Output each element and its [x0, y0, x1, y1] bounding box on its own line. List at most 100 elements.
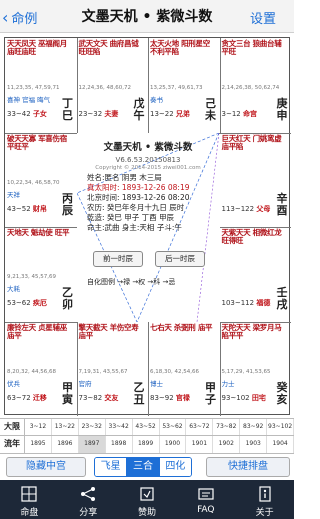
- palace-cell[interactable]: 天紫天天 相微红龙 旺得旺 103~112 福德 壬戌: [219, 227, 291, 323]
- palace-name: 财帛: [32, 204, 47, 213]
- year-cell[interactable]: 1899: [133, 436, 160, 453]
- palace-range: 73~82: [78, 393, 103, 402]
- seg-feixing[interactable]: 飞星: [95, 458, 128, 476]
- stem-branch: 甲寅: [62, 380, 73, 406]
- page-title: 文墨天机 • 紫微斗数: [81, 9, 213, 25]
- decade-cell[interactable]: 43~52: [133, 419, 160, 436]
- stem-branch: 乙卯: [62, 286, 73, 311]
- prev-hour-button[interactable]: 前一时辰: [93, 251, 143, 267]
- year-cell[interactable]: 1896: [52, 436, 79, 453]
- palace-label: 63~72 迁移: [7, 394, 47, 402]
- stem-branch: 丁巳: [62, 97, 73, 122]
- spirit-stars: 喜神 官福 晦气: [7, 96, 51, 104]
- info-line: 北京时间: 1893-12-26 08:20: [87, 193, 190, 202]
- spirit-stars: 官府: [78, 379, 92, 388]
- year-cell[interactable]: 1897: [78, 436, 106, 453]
- palace-cell[interactable]: 天天凤天 巫福阁月 庙旺庙旺 11,23,35, 47,59,71 喜神 官福 …: [5, 38, 78, 134]
- year-cell[interactable]: 1902: [213, 436, 241, 453]
- decade-cell[interactable]: 63~72: [186, 419, 214, 436]
- main-stars: 七右天 杀弼刑 庙平: [150, 322, 213, 332]
- palace-cell[interactable]: 天地天 魁劫使 旺平 9,21,33, 45,57,69 大耗 53~62 疾厄…: [5, 227, 78, 323]
- age-list: 13,25,37, 49,61,73: [150, 85, 203, 91]
- palace-cell[interactable]: 武天文天 曲府昌钺 旺旺陷 12,24,36, 48,60,72 23~32 夫…: [76, 38, 149, 134]
- tab-label: 分享: [79, 508, 98, 518]
- palace-cell[interactable]: 天陀天天 梁罗月马 陷平平 5,17,29, 41,53,65 力士 93~10…: [220, 322, 292, 417]
- main-stars: 破天天寡 军喜伤宿 平旺平: [7, 133, 67, 151]
- seg-sihua[interactable]: 四化: [159, 458, 191, 476]
- palace-label: 113~122 父母: [222, 205, 271, 213]
- year-cell[interactable]: 1900: [160, 436, 187, 453]
- palace-cell[interactable]: 贪文三台 狼曲台辅 平旺 2,14,26,38, 50,62,74 3~12 命…: [219, 38, 291, 134]
- year-cell[interactable]: 1904: [267, 436, 295, 453]
- transform-legend: 自化图例 →禄 →权 →科 →忌: [87, 278, 176, 286]
- palace-range: 93~102: [221, 393, 250, 402]
- chart-icon: [21, 486, 37, 502]
- palace-label: 13~22 兄弟: [150, 110, 190, 118]
- age-list: 12,24,36, 48,60,72: [78, 85, 131, 91]
- decade-cell[interactable]: 53~62: [160, 419, 187, 436]
- center-panel: 文墨天机 • 紫微斗数 V6.6.53.20150813 Copyright ©…: [77, 133, 219, 322]
- decade-cell[interactable]: 3~12: [25, 419, 52, 436]
- back-button[interactable]: ‹ 命例: [2, 6, 58, 28]
- tab-label: FAQ: [197, 505, 215, 515]
- stem-branch: 辛酉: [276, 191, 288, 217]
- palace-cell[interactable]: 七右天 杀弼刑 庙平 6,18,30, 42,54,66 博士 83~92 官禄…: [148, 321, 221, 416]
- tab-share[interactable]: 分享: [59, 480, 118, 519]
- decade-cell[interactable]: 13~22: [52, 419, 79, 436]
- next-hour-button[interactable]: 后一时辰: [155, 251, 205, 267]
- palace-range: 23~32: [78, 110, 103, 118]
- palace-range: 103~112: [221, 299, 255, 307]
- main-stars: 巨天红天 门姚鸾虚 庙平陷: [221, 133, 282, 151]
- year-cell[interactable]: 1901: [186, 436, 214, 453]
- info-line: 乾造: 癸巳 甲子 丁酉 甲辰: [87, 213, 175, 222]
- hide-center-button[interactable]: 隐藏中宫: [6, 457, 86, 477]
- spirit-stars: 伏兵: [7, 379, 20, 388]
- main-stars: 天地天 魁劫使 旺平: [7, 228, 70, 237]
- palace-name: 夫妻: [104, 110, 119, 118]
- view-mode-segmented: 飞星 三合 四化: [94, 457, 192, 477]
- decade-row-header: 大限: [0, 419, 25, 436]
- back-label: 命例: [11, 11, 38, 27]
- year-cell[interactable]: 1895: [25, 436, 52, 453]
- decade-cell[interactable]: 23~32: [79, 419, 106, 436]
- action-bar: 隐藏中宫 飞星 三合 四化 快捷排盘: [0, 454, 294, 478]
- palace-name: 疾厄: [32, 299, 47, 307]
- age-list: 6,18,30, 42,54,66: [150, 368, 199, 375]
- about-icon: [258, 486, 271, 502]
- tab-label: 命盘: [20, 508, 39, 518]
- palace-cell[interactable]: 廉铃左天 贞星辅巫 庙平 8,20,32, 44,56,68 伏兵 63~72 …: [5, 321, 78, 416]
- seg-sanhe[interactable]: 三合: [127, 458, 160, 476]
- tab-bar: 命盘 分享 赞助 FAQ 关于: [0, 480, 294, 519]
- palace-cell[interactable]: 破天天寡 军喜伤宿 平旺平 10,22,34, 46,58,70 天祥 43~5…: [5, 132, 78, 228]
- palace-cell[interactable]: 太天火地 阳刑星空 不利平陷 13,25,37, 49,61,73 奏书 13~…: [148, 38, 221, 134]
- decade-cell[interactable]: 33~42: [106, 419, 133, 436]
- quick-chart-button[interactable]: 快捷排盘: [206, 457, 290, 477]
- info-line: 真太阳时: 1893-12-26 08:19: [87, 183, 190, 192]
- palace-name: 官禄: [175, 393, 190, 402]
- tab-chart[interactable]: 命盘: [0, 480, 59, 519]
- year-row: 流年 1895 1896 1897 1898 1899 1900 1901 19…: [0, 435, 295, 454]
- decade-cell[interactable]: 83~92: [240, 419, 268, 436]
- tab-donate[interactable]: 赞助: [118, 480, 177, 519]
- tab-faq[interactable]: FAQ: [176, 480, 235, 519]
- palace-name: 交友: [104, 393, 119, 402]
- decade-cell[interactable]: 93~102: [267, 419, 295, 436]
- palace-range: 63~72: [7, 393, 31, 402]
- tab-about[interactable]: 关于: [235, 480, 294, 519]
- decade-cell[interactable]: 73~82: [213, 419, 241, 436]
- year-cell[interactable]: 1903: [240, 436, 268, 453]
- nav-header: ‹ 命例 文墨天机 • 紫微斗数 设置: [0, 0, 294, 33]
- palace-range: 13~22: [150, 110, 174, 118]
- stem-branch: 乙丑: [133, 380, 145, 406]
- palace-label: 93~102 田宅: [222, 394, 266, 402]
- donate-icon: [140, 487, 154, 501]
- palace-cell[interactable]: 擎天截天 羊伤空寿 庙平 7,19,31, 43,55,67 官府 73~82 …: [77, 321, 149, 416]
- palace-name: 迁移: [32, 393, 47, 402]
- spirit-stars: 奏书: [150, 96, 163, 104]
- age-list: 2,14,26,38, 50,62,74: [221, 85, 280, 91]
- palace-cell[interactable]: 巨天红天 门姚鸾虚 庙平陷 113~122 父母 辛酉: [219, 133, 291, 228]
- settings-button[interactable]: 设置: [238, 8, 288, 27]
- palace-name: 兄弟: [175, 110, 190, 118]
- year-cell[interactable]: 1898: [106, 436, 133, 453]
- palace-range: 43~52: [7, 204, 31, 213]
